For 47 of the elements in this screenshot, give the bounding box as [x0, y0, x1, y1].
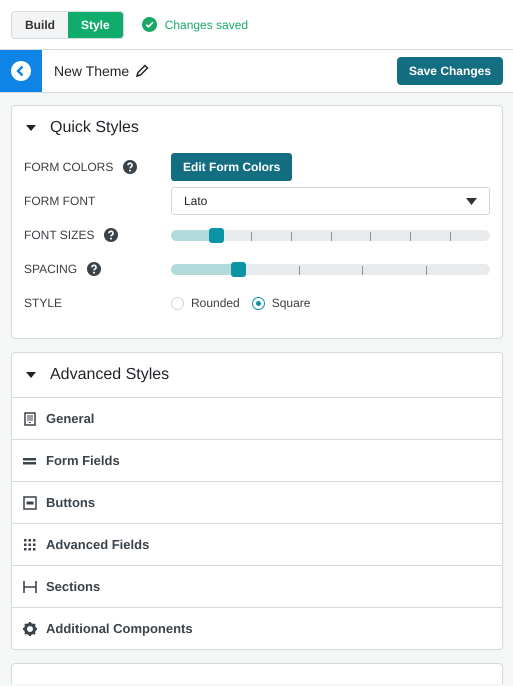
style-category[interactable]: General: [12, 397, 502, 439]
slider-thumb[interactable]: [208, 228, 224, 242]
setting-label: FONT SIZES: [24, 228, 94, 242]
tick-mark: [250, 232, 252, 240]
gear-icon: [23, 622, 37, 636]
tick-mark: [330, 232, 332, 240]
style-radio[interactable]: Rounded: [171, 296, 240, 310]
pencil-icon[interactable]: [135, 64, 150, 78]
dropdown-caret-icon: [466, 198, 477, 204]
back-icon: [11, 61, 31, 81]
save-status: Changes saved: [164, 18, 248, 32]
caret-icon: [26, 124, 36, 132]
tick-mark: [290, 232, 292, 240]
theme-title: New Theme: [54, 63, 130, 79]
style-radio[interactable]: Square: [252, 296, 310, 310]
style-category[interactable]: Buttons: [12, 481, 502, 523]
ok-button-icon: [23, 496, 37, 510]
style-category[interactable]: Sections: [12, 565, 502, 607]
slider-thumb[interactable]: [230, 262, 246, 276]
style-category[interactable]: Additional Components: [12, 607, 502, 649]
setting-label: FORM COLORS: [24, 160, 114, 174]
bracket-icon: [23, 580, 37, 594]
setting-label: STYLE: [24, 296, 62, 310]
quick-styles-header[interactable]: Quick Styles: [12, 106, 502, 150]
setting-label: SPACING: [24, 262, 78, 276]
document-icon: [23, 412, 37, 426]
tick-mark: [426, 266, 428, 274]
back-button[interactable]: [0, 50, 42, 92]
check-circle-icon: [142, 17, 157, 32]
help-icon[interactable]: [104, 228, 118, 242]
mode-tab[interactable]: Build: [12, 12, 68, 38]
help-icon[interactable]: [87, 262, 102, 276]
tick-mark: [450, 232, 452, 240]
caret-icon: [26, 371, 36, 379]
style-category[interactable]: Advanced Fields: [12, 523, 502, 565]
advanced-styles-header[interactable]: Advanced Styles: [12, 353, 502, 397]
font-select[interactable]: Lato: [171, 187, 490, 215]
help-icon[interactable]: [123, 160, 138, 174]
save-changes-button[interactable]: Save Changes: [396, 57, 503, 85]
edit-colors-button[interactable]: Edit Form Colors: [171, 153, 292, 181]
tick-mark: [298, 266, 300, 274]
setting-label: FORM FONT: [24, 194, 96, 208]
tick-mark: [370, 232, 372, 240]
style-category[interactable]: Form Fields: [12, 439, 502, 481]
tick-mark: [410, 232, 412, 240]
tick-mark: [362, 266, 364, 274]
dot-grid-icon: [23, 538, 37, 552]
